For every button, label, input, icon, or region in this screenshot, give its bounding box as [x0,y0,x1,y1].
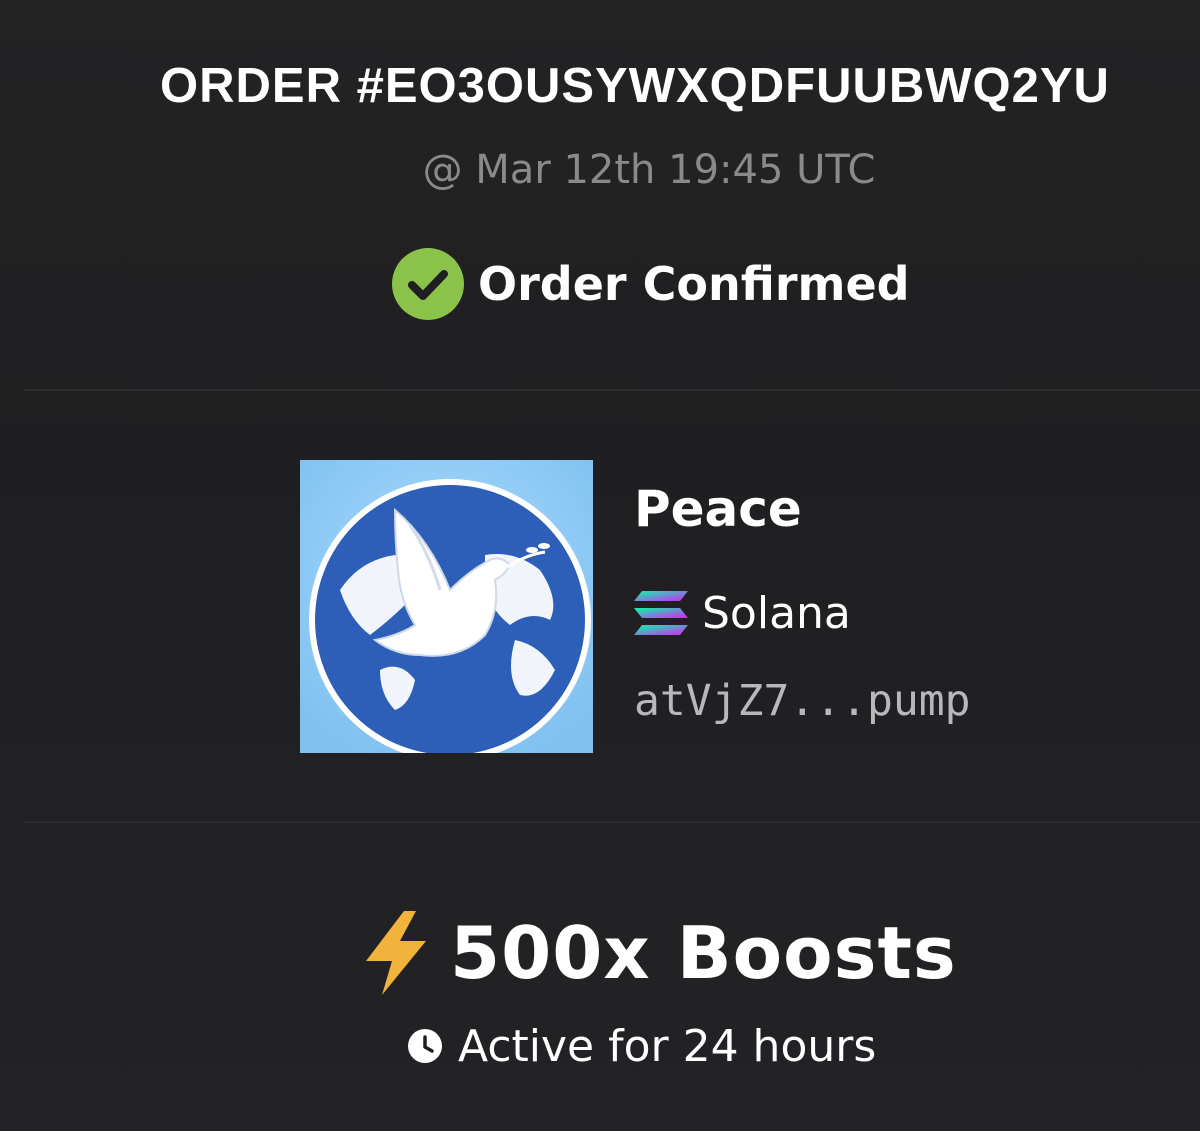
status-label: Order Confirmed [478,257,910,311]
boost-duration: Active for 24 hours [408,1016,876,1076]
chain-name: Solana [702,587,851,639]
token-address[interactable]: atVjZ7...pump [634,676,971,726]
token-logo [300,460,593,753]
dove-globe-logo [300,460,593,753]
boost-label: 500x Boosts [450,911,957,995]
token-name: Peace [634,480,802,538]
order-title: ORDER #EO3OUSYWXQDFUUBWQ2YU [160,59,1110,113]
chain-badge: Solana [634,586,851,640]
lightning-bolt-icon [366,911,426,995]
order-confirmation-page: ORDER #EO3OUSYWXQDFUUBWQ2YU @ Mar 12th 1… [0,0,1200,1131]
clock-icon [408,1029,442,1063]
check-circle-icon [392,248,464,320]
order-status: Order Confirmed [392,248,910,320]
solana-icon [634,591,688,635]
divider [24,389,1200,391]
boost-summary: 500x Boosts [360,906,957,1000]
duration-label: Active for 24 hours [458,1020,877,1072]
order-timestamp: @ Mar 12th 19:45 UTC [422,147,876,193]
divider [24,821,1200,823]
